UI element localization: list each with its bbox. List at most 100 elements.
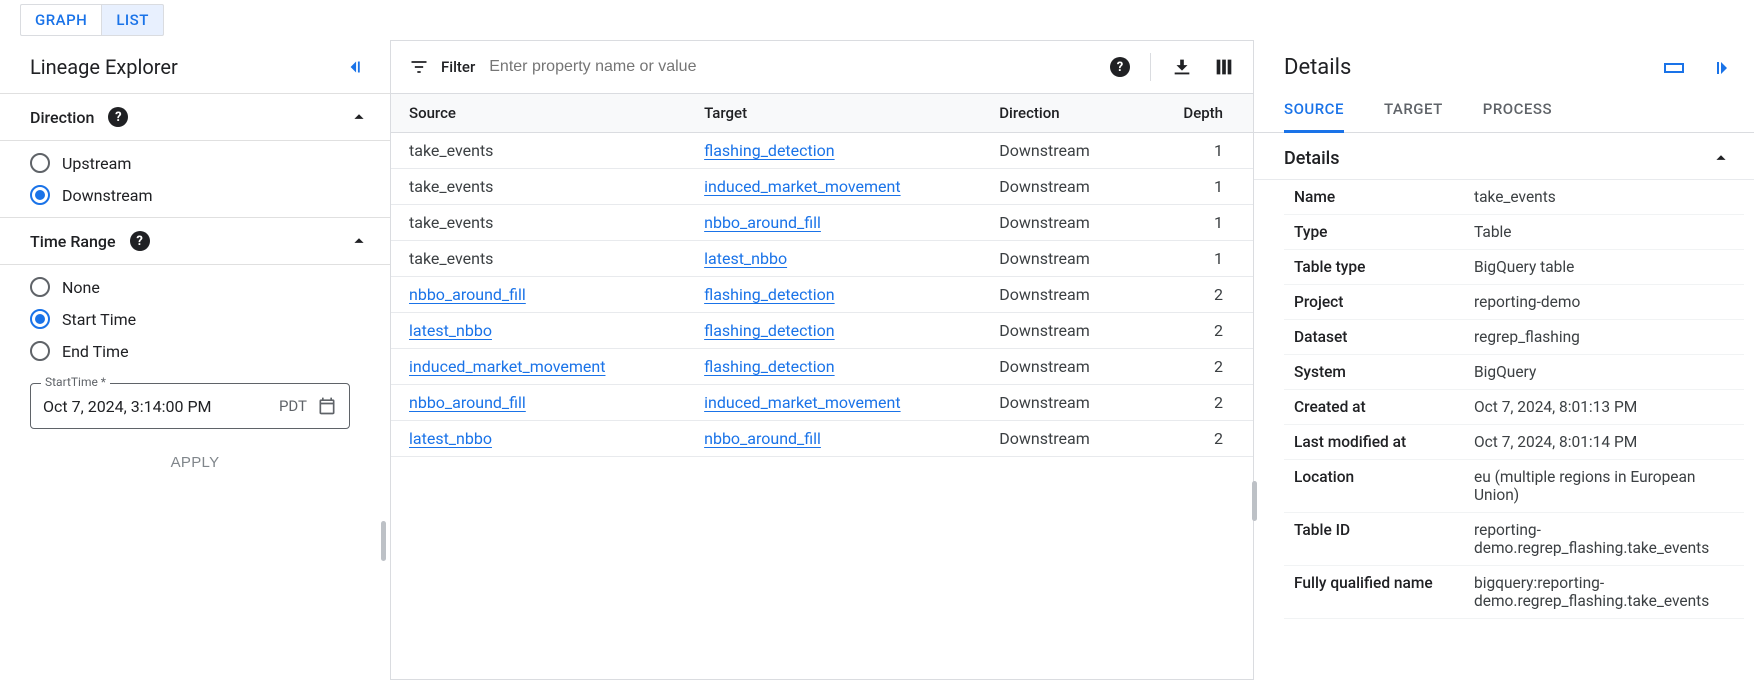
direction-cell: Downstream	[981, 133, 1142, 169]
source-link[interactable]: nbbo_around_fill	[409, 393, 526, 412]
direction-cell: Downstream	[981, 241, 1142, 277]
filter-icon	[409, 57, 429, 77]
radio-label: None	[62, 278, 100, 297]
details-subheader-label: Details	[1284, 148, 1340, 169]
collapse-details-icon[interactable]	[1708, 56, 1732, 80]
collapse-sidebar-icon[interactable]	[346, 56, 368, 78]
detail-row: TypeTable	[1284, 215, 1744, 250]
details-subheader[interactable]: Details	[1254, 133, 1754, 180]
direction-heading: Direction	[30, 108, 94, 127]
tab-process[interactable]: PROCESS	[1483, 90, 1552, 132]
tab-target[interactable]: TARGET	[1384, 90, 1443, 132]
table-row[interactable]: take_eventsflashing_detectionDownstream1	[391, 133, 1253, 169]
detail-row: Created at Oct 7, 2024, 8:01:13 PM	[1284, 390, 1744, 425]
detail-row: Table IDreporting-demo.regrep_flashing.t…	[1284, 513, 1744, 566]
chevron-up-icon	[348, 230, 370, 252]
download-icon[interactable]	[1171, 56, 1193, 78]
col-depth[interactable]: Depth	[1142, 94, 1253, 133]
detail-key: Dataset	[1284, 328, 1464, 346]
depth-cell: 2	[1142, 277, 1253, 313]
tab-list[interactable]: LIST	[101, 4, 164, 36]
radio-start-time[interactable]: Start Time	[30, 309, 360, 329]
details-title: Details	[1284, 55, 1351, 80]
source-link[interactable]: latest_nbbo	[409, 429, 492, 448]
radio-label: End Time	[62, 342, 129, 361]
field-label: StartTime *	[41, 375, 110, 389]
columns-icon[interactable]	[1213, 56, 1235, 78]
target-link[interactable]: flashing_detection	[704, 141, 834, 160]
detail-value: reporting-demo	[1474, 293, 1744, 311]
divider	[1150, 53, 1151, 81]
table-row[interactable]: latest_nbbo nbbo_around_fill Downstream2	[391, 421, 1253, 457]
depth-cell: 2	[1142, 421, 1253, 457]
radio-downstream[interactable]: Downstream	[30, 185, 360, 205]
tab-source[interactable]: SOURCE	[1284, 90, 1344, 133]
detail-key: Table type	[1284, 258, 1464, 276]
scrollbar-thumb[interactable]	[381, 521, 386, 561]
direction-radio-group: Upstream Downstream	[0, 141, 390, 217]
chevron-up-icon	[348, 106, 370, 128]
col-target[interactable]: Target	[686, 94, 981, 133]
fullscreen-icon[interactable]	[1662, 56, 1686, 80]
detail-row: Last modified atOct 7, 2024, 8:01:14 PM	[1284, 425, 1744, 460]
depth-cell: 2	[1142, 313, 1253, 349]
detail-key: System	[1284, 363, 1464, 381]
target-link[interactable]: nbbo_around_fill	[704, 429, 821, 448]
detail-value: Oct 7, 2024, 8:01:14 PM	[1474, 433, 1744, 451]
detail-row: Projectreporting-demo	[1284, 285, 1744, 320]
apply-button[interactable]: APPLY	[30, 453, 360, 472]
tab-graph[interactable]: GRAPH	[20, 4, 101, 36]
target-link[interactable]: nbbo_around_fill	[704, 213, 821, 232]
chevron-up-icon	[1710, 147, 1732, 169]
table-row[interactable]: take_eventslatest_nbboDownstream1	[391, 241, 1253, 277]
time-range-section-header[interactable]: Time Range ?	[0, 217, 390, 265]
filter-input[interactable]	[487, 57, 1098, 77]
target-link[interactable]: flashing_detection	[704, 285, 834, 304]
radio-icon	[30, 309, 50, 329]
table-row[interactable]: induced_market_movement flashing_detectio…	[391, 349, 1253, 385]
table-row[interactable]: nbbo_around_fillinduced_market_movementD…	[391, 385, 1253, 421]
target-link[interactable]: latest_nbbo	[704, 249, 787, 268]
table-row[interactable]: nbbo_around_fillflashing_detectionDownst…	[391, 277, 1253, 313]
help-icon[interactable]: ?	[108, 107, 128, 127]
radio-upstream[interactable]: Upstream	[30, 153, 360, 173]
direction-cell: Downstream	[981, 421, 1142, 457]
col-source[interactable]: Source	[391, 94, 686, 133]
depth-cell: 2	[1142, 385, 1253, 421]
detail-key: Name	[1284, 188, 1464, 206]
depth-cell: 1	[1142, 133, 1253, 169]
target-link[interactable]: flashing_detection	[704, 321, 834, 340]
source-link[interactable]: nbbo_around_fill	[409, 285, 526, 304]
source-text: take_events	[409, 213, 493, 232]
help-icon[interactable]: ?	[130, 231, 150, 251]
radio-none[interactable]: None	[30, 277, 360, 297]
calendar-icon[interactable]	[317, 396, 337, 416]
radio-icon	[30, 153, 50, 173]
radio-end-time[interactable]: End Time	[30, 341, 360, 361]
start-time-field[interactable]: StartTime * Oct 7, 2024, 3:14:00 PM PDT	[30, 383, 350, 429]
target-link[interactable]: flashing_detection	[704, 357, 834, 376]
direction-cell: Downstream	[981, 313, 1142, 349]
target-link[interactable]: induced_market_movement	[704, 177, 900, 196]
col-direction[interactable]: Direction	[981, 94, 1142, 133]
source-link[interactable]: induced_market_movement	[409, 357, 605, 376]
start-time-value: Oct 7, 2024, 3:14:00 PM	[43, 397, 279, 416]
source-link[interactable]: latest_nbbo	[409, 321, 492, 340]
scrollbar-thumb[interactable]	[1252, 481, 1257, 521]
table-row[interactable]: latest_nbbo flashing_detection Downstream2	[391, 313, 1253, 349]
detail-value: Oct 7, 2024, 8:01:13 PM	[1474, 398, 1744, 416]
source-text: take_events	[409, 177, 493, 196]
table-row[interactable]: take_eventsnbbo_around_fillDownstream1	[391, 205, 1253, 241]
help-icon[interactable]: ?	[1110, 57, 1130, 77]
radio-label: Start Time	[62, 310, 136, 329]
target-link[interactable]: induced_market_movement	[704, 393, 900, 412]
depth-cell: 1	[1142, 169, 1253, 205]
table-row[interactable]: take_eventsinduced_market_movementDownst…	[391, 169, 1253, 205]
detail-row: SystemBigQuery	[1284, 355, 1744, 390]
direction-section-header[interactable]: Direction ?	[0, 93, 390, 141]
detail-row: Table typeBigQuery table	[1284, 250, 1744, 285]
detail-key: Type	[1284, 223, 1464, 241]
detail-row: Locationeu (multiple regions in European…	[1284, 460, 1744, 513]
lineage-table-pane: Filter ? Source Target	[390, 40, 1254, 680]
detail-key: Created at	[1284, 398, 1464, 416]
